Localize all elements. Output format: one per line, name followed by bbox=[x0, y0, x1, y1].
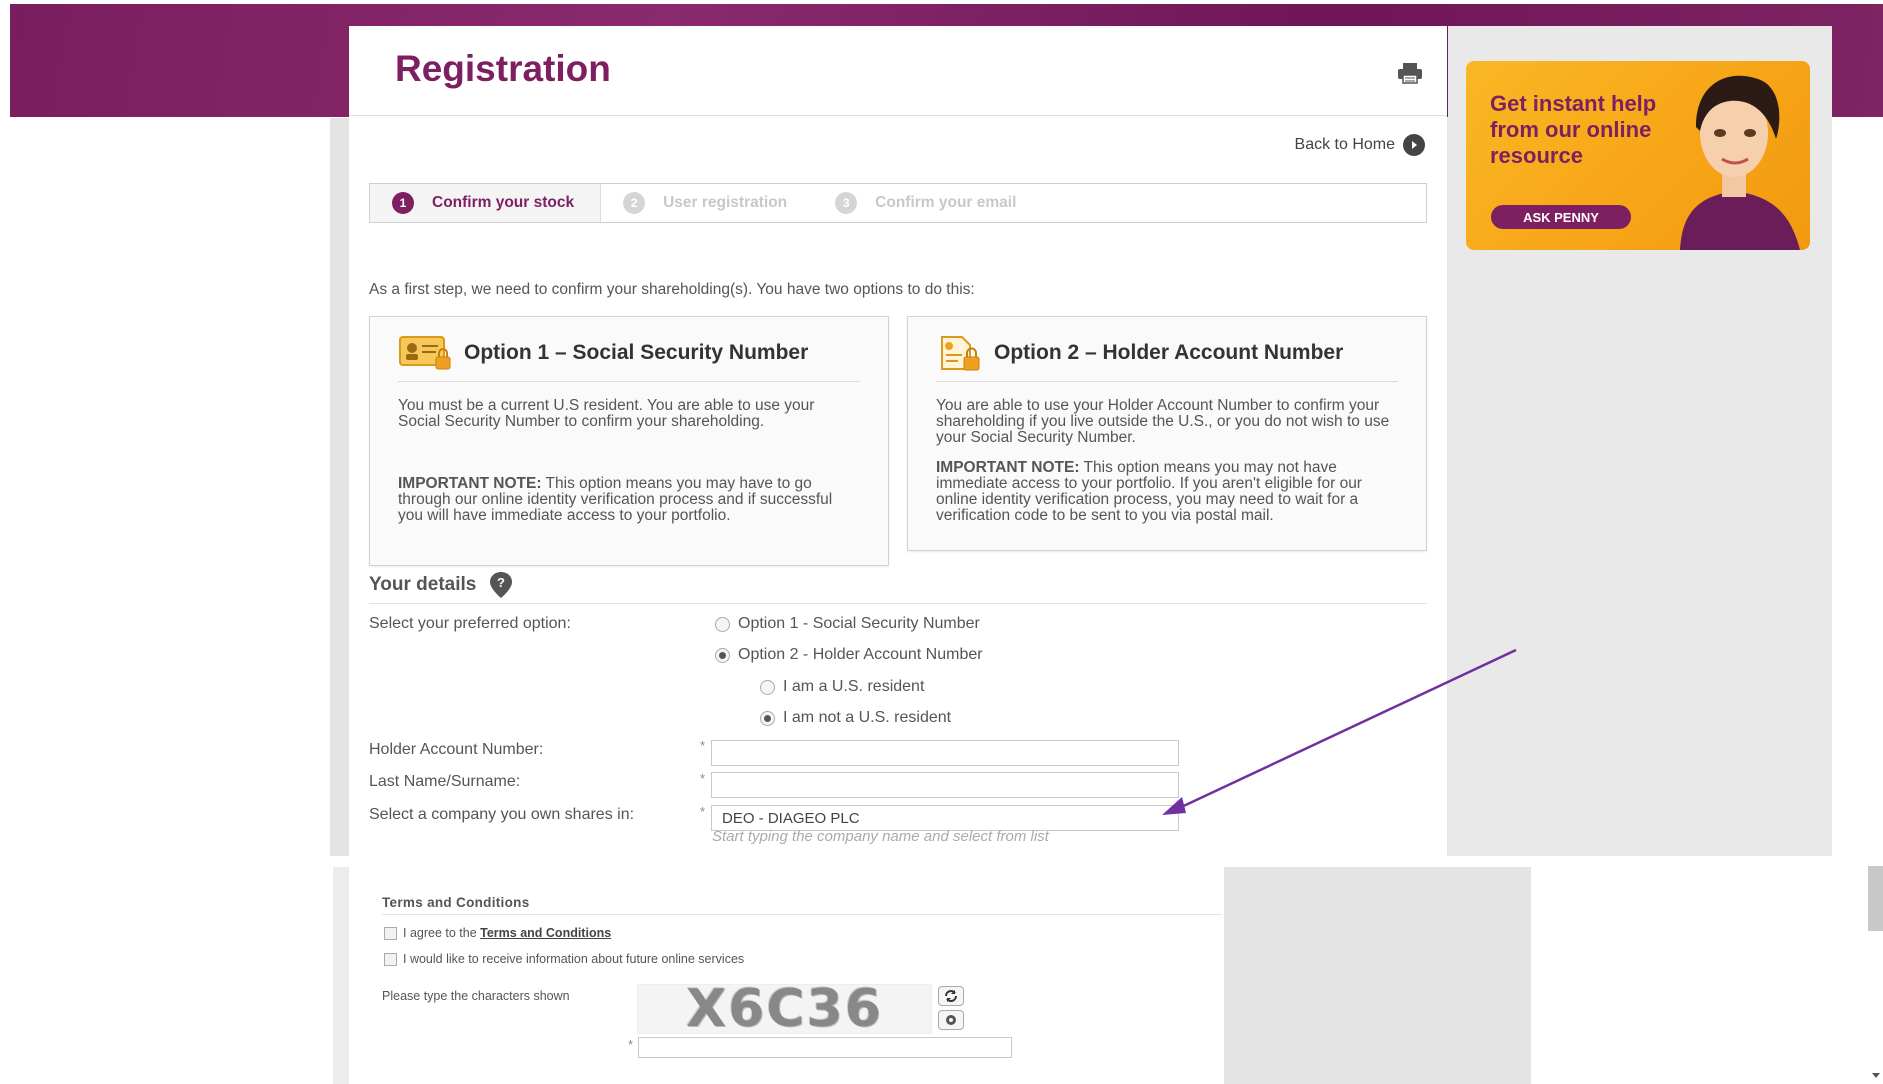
radio-button[interactable] bbox=[760, 679, 775, 695]
step-label: Confirm your stock bbox=[432, 194, 575, 211]
back-to-home-link[interactable]: Back to Home bbox=[1295, 134, 1425, 156]
arrow-right-icon bbox=[1403, 134, 1425, 156]
section-title: Your details bbox=[369, 574, 477, 595]
agree-terms-label: I agree to the Terms and Conditions bbox=[403, 926, 611, 940]
lower-sidebar bbox=[1224, 867, 1531, 1084]
step-number: 2 bbox=[623, 192, 646, 214]
radio-label: Option 2 - Holder Account Number bbox=[738, 646, 983, 663]
captcha-input[interactable] bbox=[638, 1037, 1012, 1058]
terms-heading: Terms and Conditions bbox=[382, 895, 530, 910]
future-info-label: I would like to receive information abou… bbox=[403, 952, 745, 966]
future-info-row[interactable]: I would like to receive information abou… bbox=[384, 952, 744, 966]
page-title: Registration bbox=[395, 48, 611, 89]
radio-button-checked[interactable] bbox=[760, 710, 775, 726]
radio-option1[interactable]: Option 1 - Social Security Number bbox=[715, 615, 980, 633]
radio-button[interactable] bbox=[715, 616, 730, 632]
option2-heading: Option 2 – Holder Account Number bbox=[936, 333, 1343, 373]
option2-card: Option 2 – Holder Account Number You are… bbox=[907, 316, 1427, 551]
radio-label: I am a U.S. resident bbox=[783, 678, 925, 695]
your-details-heading: Your details ? bbox=[369, 571, 514, 599]
radio-label: Option 1 - Social Security Number bbox=[738, 615, 980, 632]
id-card-lock-icon bbox=[399, 336, 451, 370]
option2-body: You are able to use your Holder Account … bbox=[936, 397, 1390, 446]
required-marker: * bbox=[700, 738, 706, 753]
note-label: IMPORTANT NOTE: bbox=[936, 459, 1080, 476]
note-label: IMPORTANT NOTE: bbox=[398, 475, 542, 492]
captcha-image: X6C36 bbox=[637, 979, 932, 1039]
back-to-home-label: Back to Home bbox=[1294, 136, 1395, 153]
agree-terms-checkbox[interactable] bbox=[384, 926, 397, 940]
radio-not-us-resident[interactable]: I am not a U.S. resident bbox=[760, 709, 951, 727]
step-label: User registration bbox=[663, 194, 788, 211]
company-hint: Start typing the company name and select… bbox=[712, 828, 1049, 845]
option1-card: Option 1 – Social Security Number You mu… bbox=[369, 316, 889, 566]
holder-account-label: Holder Account Number: bbox=[369, 741, 544, 758]
option1-note: IMPORTANT NOTE: This option means you ma… bbox=[398, 476, 860, 524]
required-marker: * bbox=[700, 771, 706, 786]
step-confirm-stock: 1 Confirm your stock bbox=[370, 184, 602, 222]
company-label: Select a company you own shares in: bbox=[369, 806, 635, 823]
option1-body: You must be a current U.S resident. You … bbox=[398, 397, 815, 430]
last-name-label: Last Name/Surname: bbox=[369, 773, 521, 790]
step-number: 1 bbox=[392, 192, 414, 214]
last-name-input[interactable] bbox=[711, 772, 1179, 798]
radio-option2[interactable]: Option 2 - Holder Account Number bbox=[715, 646, 983, 664]
terms-link[interactable]: Terms and Conditions bbox=[480, 926, 611, 940]
future-info-checkbox[interactable] bbox=[384, 952, 397, 966]
option1-title: Option 1 – Social Security Number bbox=[464, 341, 809, 364]
step-label: Confirm your email bbox=[875, 194, 1017, 211]
divider bbox=[369, 603, 1427, 604]
required-marker: * bbox=[700, 804, 706, 819]
refresh-captcha-icon[interactable] bbox=[938, 986, 964, 1006]
option2-note: IMPORTANT NOTE: This option means you ma… bbox=[936, 460, 1398, 524]
radio-button-checked[interactable] bbox=[715, 647, 730, 663]
preferred-option-label: Select your preferred option: bbox=[369, 615, 571, 632]
scroll-down-arrow-icon[interactable] bbox=[1871, 1072, 1881, 1080]
assistant-avatar-icon bbox=[1680, 75, 1800, 250]
required-marker: * bbox=[628, 1037, 634, 1052]
holder-account-input[interactable] bbox=[711, 740, 1179, 766]
step-confirm-email: 3 Confirm your email bbox=[813, 184, 1042, 222]
radio-us-resident[interactable]: I am a U.S. resident bbox=[760, 678, 924, 696]
scrollbar-thumb[interactable] bbox=[1868, 866, 1883, 931]
captcha-label: Please type the characters shown bbox=[382, 989, 570, 1003]
divider bbox=[398, 381, 860, 382]
step-number: 3 bbox=[835, 192, 858, 214]
ask-penny-ad[interactable]: Get instant help from our online resourc… bbox=[1466, 61, 1810, 250]
intro-text: As a first step, we need to confirm your… bbox=[369, 281, 975, 298]
progress-steps: 1 Confirm your stock 2 User registration… bbox=[369, 183, 1427, 223]
svg-text:?: ? bbox=[497, 575, 505, 590]
right-sidebar: Get instant help from our online resourc… bbox=[1448, 26, 1832, 856]
agree-prefix: I agree to the bbox=[403, 926, 481, 940]
help-marker-icon[interactable]: ? bbox=[488, 571, 514, 599]
document-lock-icon bbox=[941, 336, 980, 371]
option1-heading: Option 1 – Social Security Number bbox=[398, 333, 808, 373]
divider bbox=[382, 914, 1222, 915]
registration-panel: Registration Back to Home 1 Confirm your… bbox=[349, 26, 1447, 856]
panel-header: Registration bbox=[349, 26, 1447, 116]
option2-title: Option 2 – Holder Account Number bbox=[994, 341, 1344, 364]
agree-terms-row[interactable]: I agree to the Terms and Conditions bbox=[384, 926, 611, 940]
radio-label: I am not a U.S. resident bbox=[783, 709, 952, 726]
print-icon[interactable] bbox=[1397, 62, 1423, 84]
divider bbox=[936, 381, 1398, 382]
step-user-registration: 2 User registration bbox=[601, 184, 813, 222]
audio-captcha-icon[interactable] bbox=[938, 1010, 964, 1030]
ask-penny-button[interactable]: ASK PENNY bbox=[1491, 205, 1631, 229]
